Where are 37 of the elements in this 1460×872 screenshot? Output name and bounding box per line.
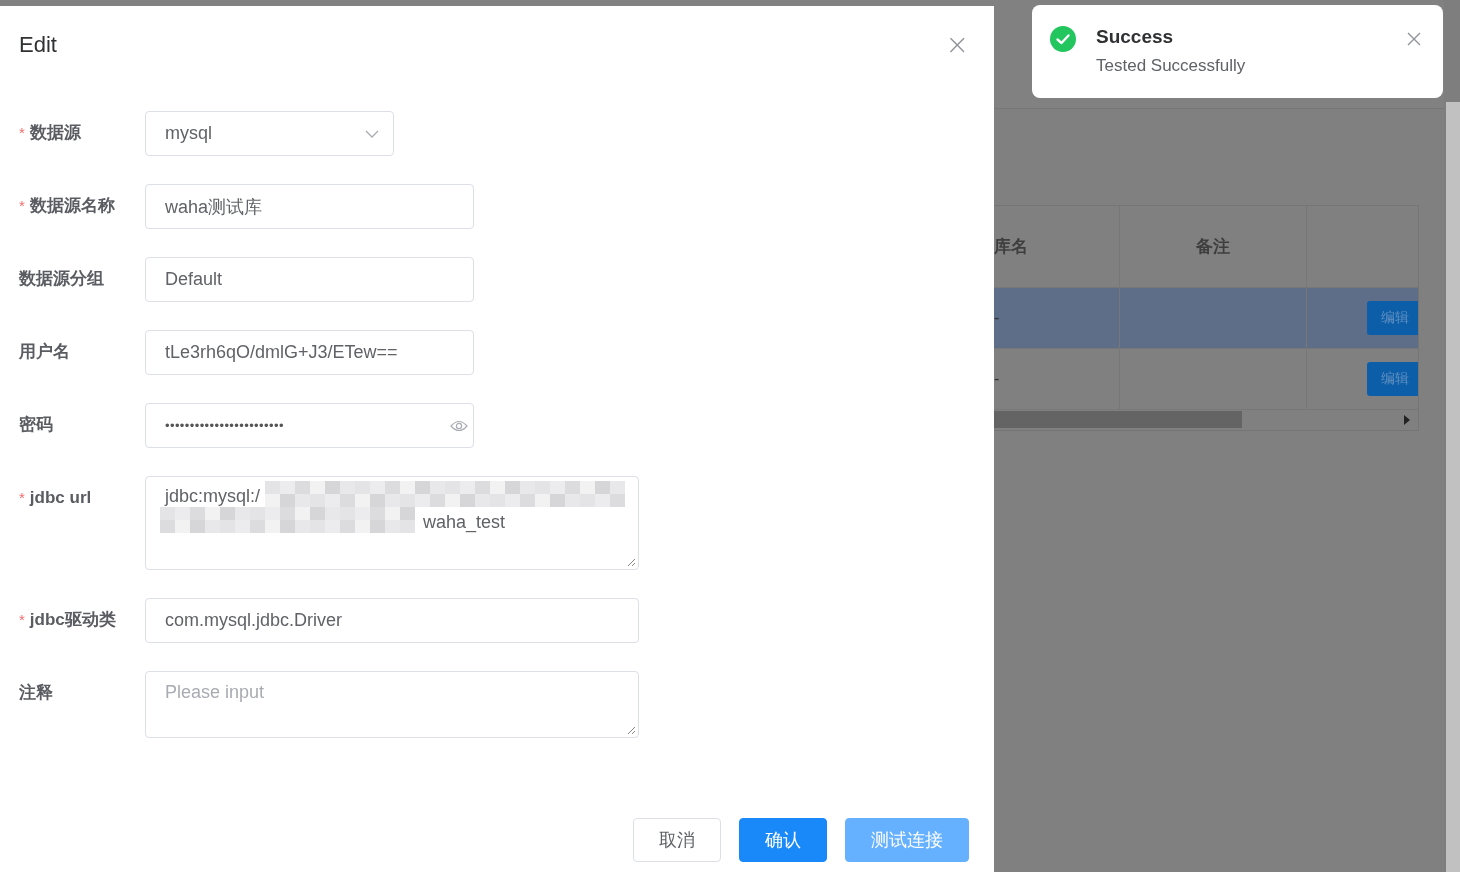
required-mark: * [19, 196, 25, 216]
column-header: 备注 [1120, 206, 1307, 287]
dialog-title: Edit [19, 32, 57, 58]
scroll-right-icon[interactable] [1404, 415, 1410, 425]
input-field[interactable]: Default [145, 257, 474, 302]
confirm-button[interactable]: 确认 [739, 818, 827, 862]
table-cell: - [994, 370, 1000, 388]
field-label: jdbc驱动类 [29, 609, 116, 631]
input-field[interactable]: com.mysql.jdbc.Driver [145, 598, 639, 643]
eye-icon [450, 419, 468, 432]
field-label: 数据源分组 [19, 268, 104, 290]
field-label: 数据源名称 [29, 195, 115, 217]
input-field[interactable]: tLe3rh6qO/dmlG+J3/ETew== [145, 330, 474, 375]
url-text: waha_test [423, 511, 506, 535]
url-text: jdbc:mysql:/ [165, 485, 261, 508]
notification-message: Tested Successfully [1096, 56, 1247, 76]
field-label: 用户名 [19, 341, 70, 363]
chevron-down-icon [365, 129, 379, 138]
resize-handle-icon[interactable] [627, 558, 636, 567]
url-textarea[interactable]: jdbc:mysql:/ waha_test [145, 476, 639, 570]
close-button[interactable]: × [945, 33, 969, 57]
table-cell: - [994, 309, 1000, 327]
select-field[interactable]: mysql [145, 111, 394, 156]
password-field[interactable]: •••••••••••••••••••••••• [145, 403, 474, 448]
field-label: 注释 [19, 682, 53, 704]
required-mark: * [19, 610, 25, 630]
resize-handle-icon[interactable] [627, 726, 636, 735]
cancel-button[interactable]: 取消 [633, 818, 721, 862]
notification-title: Success [1096, 26, 1175, 48]
field-label: 密码 [19, 414, 53, 436]
success-icon [1050, 26, 1076, 52]
field-label: jdbc url [29, 487, 92, 509]
close-icon[interactable] [1407, 32, 1421, 46]
input-field[interactable]: waha测试库 [145, 184, 474, 229]
required-mark: * [19, 488, 25, 508]
required-mark: * [19, 123, 25, 143]
field-label: 数据源 [29, 122, 81, 144]
